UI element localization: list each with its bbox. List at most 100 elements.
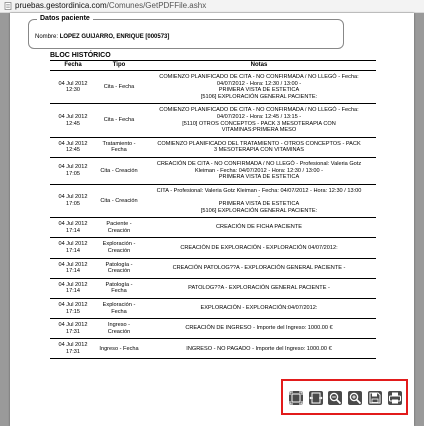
history-type-cell: Cita - Creación <box>96 184 142 219</box>
pdf-toolbar <box>281 379 408 415</box>
print-button[interactable] <box>388 391 402 405</box>
history-date: 04 Jul 2012 <box>58 342 88 349</box>
history-note-line: - <box>258 194 260 201</box>
history-notes-cell: CREACIÓN DE CITA - NO CONFIRMADA / NO LL… <box>142 157 376 185</box>
fit-width-icon <box>309 392 323 404</box>
history-date: 04 Jul 2012 <box>58 322 88 329</box>
history-type-line: Creación <box>107 247 131 254</box>
history-note-line: [5110] OTROS CONCEPTOS - PACK 3 MESOTERA… <box>182 120 336 127</box>
history-type-line: Ingreso - Fecha <box>99 345 139 352</box>
patient-box-legend: Datos paciente <box>37 15 93 22</box>
history-table-body: 04 Jul 2012 12:30 Cita - Fecha COMIENZO PLA… <box>50 70 376 360</box>
history-time: 12:45 <box>66 147 80 154</box>
history-row: 04 Jul 2012 17:14 Patología - Fecha PATOLOG?… <box>50 278 376 299</box>
history-note-line: CREACIÓN DE EXPLORACIÓN - EXPLORACIÓN 04… <box>180 244 338 251</box>
save-button[interactable] <box>368 391 382 405</box>
url-path: /Comunes/GetPDFFile.ashx <box>106 1 207 10</box>
column-header-tipo: Tipo <box>96 60 142 71</box>
history-time: 17:05 <box>66 170 80 177</box>
history-type-cell: Tratamiento - Fecha <box>96 137 142 158</box>
column-header-notas: Notas <box>142 60 376 71</box>
history-type-cell: Ingreso - Fecha <box>96 338 142 360</box>
history-date: 04 Jul 2012 <box>58 164 88 171</box>
history-notes-cell: CREACIÓN DE INGRESO - Importe del Ingres… <box>142 318 376 340</box>
history-date-cell: 04 Jul 2012 12:30 <box>50 70 96 105</box>
history-date-cell: 04 Jul 2012 17:31 <box>50 338 96 360</box>
history-time: 12:45 <box>66 120 80 127</box>
history-date: 04 Jul 2012 <box>58 221 88 228</box>
history-type-cell: Exploración - Creación <box>96 237 142 259</box>
history-title: BLOC HISTÓRICO <box>50 52 111 59</box>
zoom-out-icon <box>329 392 342 405</box>
history-type-cell: Patología - Creación <box>96 258 142 279</box>
history-type-line: Tratamiento - <box>102 140 136 147</box>
zoom-out-button[interactable] <box>328 391 342 405</box>
zoom-in-button[interactable] <box>348 391 362 405</box>
history-date-cell: 04 Jul 2012 17:14 <box>50 237 96 259</box>
history-date-cell: 04 Jul 2012 17:31 <box>50 318 96 340</box>
history-type-line: Patología - <box>105 281 133 288</box>
history-time: 17:14 <box>66 227 80 234</box>
history-header-row: Fecha Tipo Notas <box>50 60 376 71</box>
history-note-line: 04/07/2012 - Hora: 12:30 / 13:00 - <box>216 80 302 87</box>
history-note-line: CREACIÓN PATOLOG??A - EXPLORACIÓN GENERA… <box>172 264 346 271</box>
history-note-line: PRIMERA VISTA DE ESTETICA <box>218 174 300 181</box>
history-time: 12:30 <box>66 87 80 94</box>
history-row: 04 Jul 2012 12:30 Cita - Fecha COMIENZO PLA… <box>50 70 376 105</box>
fit-page-button[interactable] <box>289 391 303 405</box>
address-bar[interactable]: pruebas.gestordinica.com/Comunes/GetPDFF… <box>0 0 424 13</box>
history-note-line: CITA - Profesional: Valeria Gotz Kleiman… <box>156 187 362 194</box>
history-time: 17:05 <box>66 200 80 207</box>
history-type-line: Ingreso - <box>107 322 131 329</box>
history-row: 04 Jul 2012 17:14 Patología - Creación CREAC… <box>50 258 376 279</box>
history-date: 04 Jul 2012 <box>58 140 88 147</box>
history-date-cell: 04 Jul 2012 17:05 <box>50 157 96 185</box>
history-row: 04 Jul 2012 17:05 Cita - Creación CREACIÓN … <box>50 157 376 185</box>
history-row: 04 Jul 2012 12:45 Cita - Fecha COMIENZO PLA… <box>50 103 376 138</box>
history-note-line: COMIENZO PLANIFICADO DEL TRATAMIENTO - O… <box>157 140 361 147</box>
history-notes-cell: CREACIÓN DE FICHA PACIENTE <box>142 217 376 239</box>
history-time: 17:31 <box>66 348 80 355</box>
history-time: 17:15 <box>66 308 80 315</box>
history-type-line: Creación <box>107 227 131 234</box>
history-time: 17:14 <box>66 288 80 295</box>
history-type-line: Exploración - <box>102 241 136 248</box>
history-type-line: Cita - Fecha <box>103 117 135 124</box>
fit-width-button[interactable] <box>309 391 323 405</box>
history-type-cell: Patología - Fecha <box>96 278 142 299</box>
history-notes-cell: CITA - Profesional: Valeria Gotz Kleiman… <box>142 184 376 219</box>
history-date: 04 Jul 2012 <box>58 241 88 248</box>
patient-name-field: Nombre: LOPEZ GUIJARRO, ENRIQUE [000573] <box>35 34 169 40</box>
history-type-line: Patología - <box>105 261 133 268</box>
history-notes-cell: EXPLORACIÓN - EXPLORACIÓN:04/07/2012: <box>142 298 376 320</box>
history-notes-cell: PATOLOG??A - EXPLORACIÓN GENERAL PACIENT… <box>142 278 376 299</box>
history-notes-cell: COMIENZO PLANIFICADO DE CITA - NO CONFIR… <box>142 103 376 138</box>
history-type-line: Creación <box>107 328 131 335</box>
history-type-cell: Cita - Fecha <box>96 103 142 138</box>
fit-page-icon <box>289 391 303 405</box>
history-note-line: [5106] EXPLORACIÓN GENERAL PACIENTE: <box>200 93 318 100</box>
history-note-line: COMIENZO PLANIFICADO DE CITA - NO CONFIR… <box>159 74 359 80</box>
column-header-fecha: Fecha <box>50 60 96 71</box>
history-time: 17:31 <box>66 328 80 335</box>
history-date: 04 Jul 2012 <box>58 281 88 288</box>
history-type-line: Fecha <box>111 308 127 315</box>
history-notes-cell: CREACIÓN DE EXPLORACIÓN - EXPLORACIÓN 04… <box>142 237 376 259</box>
pdf-viewer[interactable]: Datos paciente Nombre: LOPEZ GUIJARRO, E… <box>0 13 424 426</box>
history-date-cell: 04 Jul 2012 12:45 <box>50 103 96 138</box>
history-type-line: Fecha <box>111 288 127 295</box>
history-row: 04 Jul 2012 17:05 Cita - Creación CITA - Pr… <box>50 184 376 219</box>
history-note-line: [5106] EXPLORACIÓN GENERAL PACIENTE: <box>200 207 318 214</box>
history-date: 04 Jul 2012 <box>58 301 88 308</box>
history-type-line: Creación <box>107 268 131 275</box>
history-note-line: INGRESO - NO PAGADO - Importe del Ingres… <box>186 345 332 352</box>
history-type-line: Exploración - <box>102 301 136 308</box>
history-row: 04 Jul 2012 17:15 Exploración - Fecha EXPLOR… <box>50 298 376 320</box>
pdf-page: Datos paciente Nombre: LOPEZ GUIJARRO, E… <box>10 13 414 426</box>
history-note-line: CREACIÓN DE INGRESO - Importe del Ingres… <box>185 325 333 332</box>
history-notes-cell: CREACIÓN PATOLOG??A - EXPLORACIÓN GENERA… <box>142 258 376 279</box>
history-type-line: Cita - Creación <box>100 197 138 204</box>
url-text[interactable]: pruebas.gestordinica.com/Comunes/GetPDFF… <box>15 1 206 10</box>
history-note-line: EXPLORACIÓN - EXPLORACIÓN:04/07/2012: <box>200 305 318 312</box>
history-row: 04 Jul 2012 17:31 Ingreso - Fecha INGRESO -… <box>50 338 376 360</box>
